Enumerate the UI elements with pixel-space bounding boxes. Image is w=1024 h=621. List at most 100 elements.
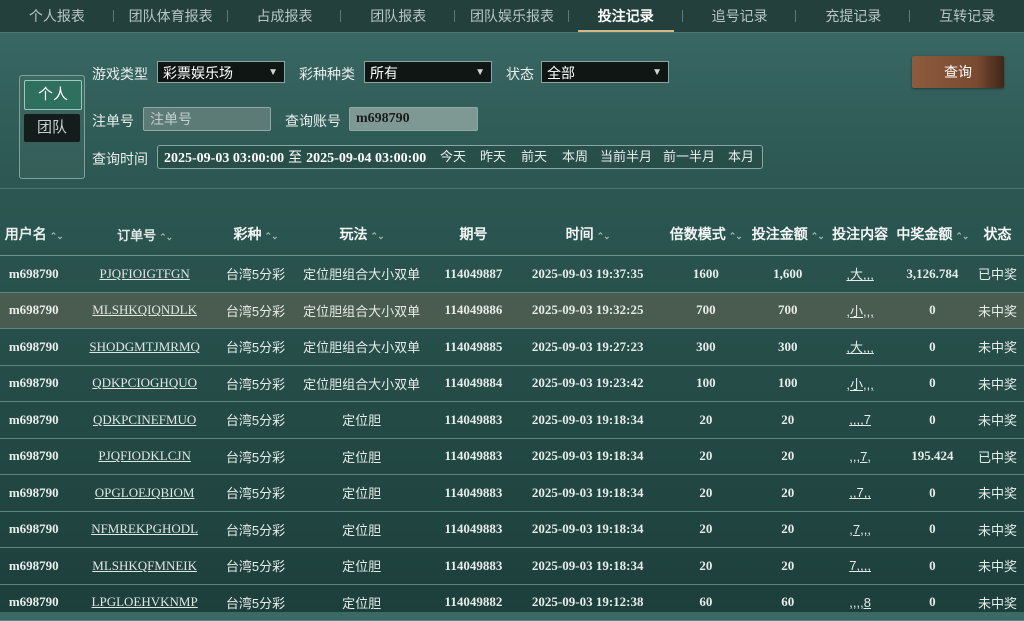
cell-play: 定位胆组合大小双单 bbox=[289, 374, 434, 393]
cell-status: 未中奖 bbox=[971, 556, 1024, 575]
cell-content[interactable]: ,小,,, bbox=[826, 374, 894, 393]
cell-content[interactable]: ,7,,, bbox=[826, 522, 894, 537]
table-row[interactable]: m698790PJQFIOIGTFGN台湾5分彩定位胆组合大小双单1140498… bbox=[0, 256, 1024, 293]
tab-team-sports-report[interactable]: 团队体育报表 bbox=[114, 0, 228, 32]
header-lottery-label: 彩种 bbox=[233, 226, 261, 242]
cell-content[interactable]: ,,,7, bbox=[826, 449, 894, 464]
tab-deposit-withdraw-records[interactable]: 充提记录 bbox=[796, 0, 910, 32]
cell-user: m698790 bbox=[0, 266, 68, 282]
cell-amount: 20 bbox=[749, 521, 826, 537]
header-multiple[interactable]: 倍数模式⌃⌄ bbox=[662, 224, 749, 244]
header-lottery[interactable]: 彩种⌃⌄ bbox=[222, 224, 290, 244]
table-row[interactable]: m698790OPGLOEJQBIOM台湾5分彩定位胆1140498832025… bbox=[0, 475, 1024, 512]
lottery-kind-select[interactable]: 所有 ▼ bbox=[364, 61, 492, 83]
time-range-picker[interactable]: 2025-09-03 03:00:00至2025-09-04 03:00:00 … bbox=[157, 145, 763, 169]
header-play-label: 玩法 bbox=[340, 226, 368, 242]
table-row[interactable]: m698790MLSHKQFMNEIK台湾5分彩定位胆1140498832025… bbox=[0, 548, 1024, 585]
time-range-input[interactable]: 2025-09-03 03:00:00至2025-09-04 03:00:00 bbox=[164, 146, 426, 170]
cell-user: m698790 bbox=[0, 339, 68, 355]
cell-play: 定位胆组合大小双单 bbox=[289, 264, 434, 283]
cell-order[interactable]: PJQFIODKLCJN bbox=[68, 448, 222, 464]
order-no-input[interactable]: 注单号 bbox=[143, 107, 271, 131]
tab-bet-records[interactable]: 投注记录 bbox=[569, 0, 683, 32]
cell-lottery: 台湾5分彩 bbox=[222, 593, 290, 612]
cell-user: m698790 bbox=[0, 485, 68, 501]
cell-content[interactable]: 7,,,, bbox=[826, 558, 894, 573]
status-label: 状态 bbox=[506, 64, 534, 84]
tab-team-entertainment-report[interactable]: 团队娱乐报表 bbox=[455, 0, 569, 32]
cell-multiple: 100 bbox=[662, 375, 749, 391]
header-play[interactable]: 玩法⌃⌄ bbox=[289, 224, 434, 244]
cell-issue: 114049883 bbox=[434, 412, 513, 428]
header-win[interactable]: 中奖金额⌃⌄ bbox=[894, 224, 971, 244]
header-user[interactable]: 用户名⌃⌄ bbox=[0, 224, 68, 244]
header-order[interactable]: 订单号⌃⌄ bbox=[68, 225, 222, 244]
tab-transfer-records[interactable]: 互转记录 bbox=[910, 0, 1024, 32]
quick-current-half-month[interactable]: 当前半月 bbox=[600, 146, 652, 168]
table-row[interactable]: m698790NFMREKPGHODL台湾5分彩定位胆1140498832025… bbox=[0, 512, 1024, 549]
cell-amount: 100 bbox=[749, 375, 826, 391]
cell-user: m698790 bbox=[0, 521, 68, 537]
quick-yesterday[interactable]: 昨天 bbox=[480, 146, 506, 168]
cell-order[interactable]: NFMREKPGHODL bbox=[68, 521, 222, 537]
header-multiple-label: 倍数模式 bbox=[670, 228, 726, 243]
quick-today[interactable]: 今天 bbox=[440, 146, 466, 168]
cell-win: 195.424 bbox=[894, 448, 971, 464]
status-value: 全部 bbox=[547, 65, 575, 81]
table-row[interactable]: m698790PJQFIODKLCJN台湾5分彩定位胆1140498832025… bbox=[0, 439, 1024, 476]
table-row[interactable]: m698790SHODGMTJMRMQ台湾5分彩定位胆组合大小双单1140498… bbox=[0, 329, 1024, 366]
tab-personal-report[interactable]: 个人报表 bbox=[0, 0, 114, 32]
tab-team-report[interactable]: 团队报表 bbox=[341, 0, 455, 32]
cell-order[interactable]: SHODGMTJMRMQ bbox=[68, 339, 222, 355]
tab-share-report[interactable]: 占成报表 bbox=[228, 0, 342, 32]
cell-amount: 20 bbox=[749, 448, 826, 464]
cell-issue: 114049883 bbox=[434, 448, 513, 464]
quick-this-week[interactable]: 本周 bbox=[562, 146, 588, 168]
cell-multiple: 300 bbox=[662, 339, 749, 355]
cell-order[interactable]: PJQFIOIGTFGN bbox=[68, 266, 222, 282]
game-type-value: 彩票娱乐场 bbox=[163, 65, 233, 81]
cell-amount: 700 bbox=[749, 302, 826, 318]
table-row[interactable]: m698790MLSHKQIQNDLK台湾5分彩定位胆组合大小双单1140498… bbox=[0, 293, 1024, 330]
cell-time: 2025-09-03 19:18:34 bbox=[513, 412, 662, 428]
cell-win: 0 bbox=[894, 485, 971, 501]
table-row[interactable]: m698790LPGLOEHVKNMP台湾5分彩定位胆1140498822025… bbox=[0, 585, 1024, 621]
table-row[interactable]: m698790QDKPCINEFMUO台湾5分彩定位胆1140498832025… bbox=[0, 402, 1024, 439]
quick-day-before[interactable]: 前天 bbox=[521, 146, 547, 168]
cell-status: 未中奖 bbox=[971, 483, 1024, 502]
quick-previous-half-month[interactable]: 前一半月 bbox=[663, 146, 715, 168]
cell-order[interactable]: QDKPCINEFMUO bbox=[68, 412, 222, 428]
table-row[interactable]: m698790QDKPCIOGHQUO台湾5分彩定位胆组合大小双单1140498… bbox=[0, 366, 1024, 403]
cell-order[interactable]: QDKPCIOGHQUO bbox=[68, 375, 222, 391]
cell-content[interactable]: ,,7,, bbox=[826, 485, 894, 500]
header-amount[interactable]: 投注金额⌃⌄ bbox=[749, 224, 826, 244]
query-button[interactable]: 查询 bbox=[912, 56, 1004, 88]
cell-content[interactable]: ,大,,, bbox=[826, 337, 894, 356]
cell-status: 未中奖 bbox=[971, 593, 1024, 612]
cell-play: 定位胆 bbox=[289, 410, 434, 429]
report-tabs: 个人报表 团队体育报表 占成报表 团队报表 团队娱乐报表 投注记录 追号记录 充… bbox=[0, 0, 1024, 33]
cell-content[interactable]: ,大,,, bbox=[826, 264, 894, 283]
cell-order[interactable]: MLSHKQIQNDLK bbox=[68, 302, 222, 318]
quick-this-month[interactable]: 本月 bbox=[728, 146, 754, 168]
personal-scope-button[interactable]: 个人 bbox=[24, 80, 82, 110]
header-amount-label: 投注金额 bbox=[752, 228, 808, 243]
tab-chase-records[interactable]: 追号记录 bbox=[683, 0, 797, 32]
cell-content[interactable]: ,,,,8 bbox=[826, 595, 894, 610]
cell-order[interactable]: MLSHKQFMNEIK bbox=[68, 558, 222, 574]
team-scope-button[interactable]: 团队 bbox=[24, 114, 80, 142]
cell-content[interactable]: ,小,,, bbox=[826, 301, 894, 320]
cell-order[interactable]: OPGLOEJQBIOM bbox=[68, 485, 222, 501]
cell-time: 2025-09-03 19:12:38 bbox=[513, 594, 662, 610]
game-type-select[interactable]: 彩票娱乐场 ▼ bbox=[157, 61, 285, 83]
header-time[interactable]: 时间⌃⌄ bbox=[513, 224, 662, 244]
cell-lottery: 台湾5分彩 bbox=[222, 410, 290, 429]
status-select[interactable]: 全部 ▼ bbox=[541, 61, 669, 83]
account-input[interactable]: m698790 bbox=[349, 107, 478, 131]
header-issue: 期号 bbox=[434, 224, 513, 244]
sort-icon: ⌃⌄ bbox=[811, 231, 824, 241]
cell-content[interactable]: ,,,,7 bbox=[826, 412, 894, 427]
cell-order[interactable]: LPGLOEHVKNMP bbox=[68, 594, 222, 610]
time-start: 2025-09-03 03:00:00 bbox=[164, 151, 284, 166]
cell-win: 0 bbox=[894, 375, 971, 391]
